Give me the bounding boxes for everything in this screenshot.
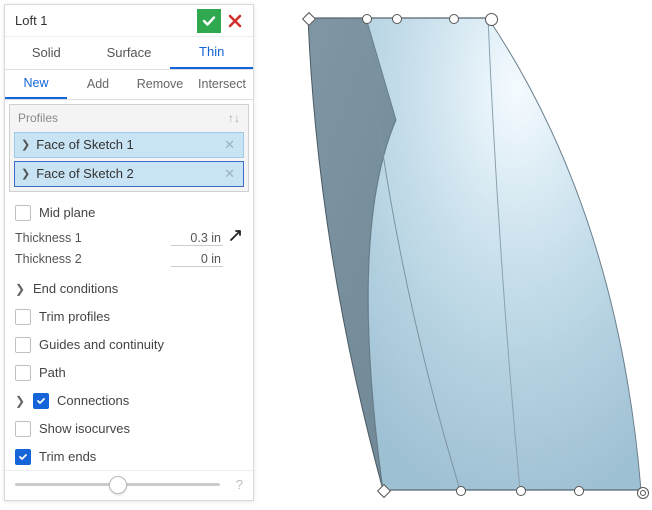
op-new[interactable]: New <box>5 70 67 99</box>
control-point[interactable] <box>449 14 459 24</box>
panel-title: Loft 1 <box>15 13 195 28</box>
operation-tabs: New Add Remove Intersect <box>5 70 253 100</box>
checkbox-icon[interactable] <box>15 365 31 381</box>
control-point[interactable] <box>516 486 526 496</box>
slider-thumb[interactable] <box>109 476 127 494</box>
tab-solid[interactable]: Solid <box>5 37 88 68</box>
chevron-right-icon: ❯ <box>15 394 27 408</box>
trim-profiles-option[interactable]: Trim profiles <box>15 304 243 330</box>
control-point[interactable] <box>392 14 402 24</box>
profiles-label: Profiles <box>18 111 58 125</box>
cancel-button[interactable] <box>223 9 247 33</box>
end-conditions-toggle[interactable]: ❯ End conditions <box>15 276 243 302</box>
profile-label: Face of Sketch 2 <box>36 166 220 181</box>
control-point[interactable] <box>456 486 466 496</box>
control-point[interactable] <box>574 486 584 496</box>
tab-surface[interactable]: Surface <box>88 37 171 68</box>
confirm-button[interactable] <box>197 9 221 33</box>
guides-option[interactable]: Guides and continuity <box>15 332 243 358</box>
loft-preview-model <box>288 12 652 502</box>
profiles-section: Profiles ↑↓ ❯ Face of Sketch 1 ✕ ❯ Face … <box>9 104 249 192</box>
checkbox-icon[interactable] <box>15 337 31 353</box>
checkbox-icon[interactable] <box>15 205 31 221</box>
control-point[interactable] <box>362 14 372 24</box>
help-icon[interactable]: ? <box>236 477 243 492</box>
reorder-icon[interactable]: ↑↓ <box>228 111 240 125</box>
control-point[interactable] <box>485 13 498 26</box>
thickness2-value[interactable]: 0 in <box>171 252 223 267</box>
checkbox-icon[interactable] <box>15 449 31 465</box>
trim-ends-option[interactable]: Trim ends <box>15 444 243 470</box>
chevron-right-icon: ❯ <box>21 167 30 180</box>
thickness1-value[interactable]: 0.3 in <box>171 231 223 246</box>
remove-profile-icon[interactable]: ✕ <box>220 166 239 182</box>
op-intersect[interactable]: Intersect <box>191 70 253 99</box>
connections-toggle[interactable]: ❯ Connections <box>15 388 243 414</box>
opacity-slider[interactable] <box>15 483 220 486</box>
checkbox-icon[interactable] <box>15 309 31 325</box>
checkbox-icon[interactable] <box>15 421 31 437</box>
thickness1-field[interactable]: Thickness 1 0.3 in <box>15 228 243 250</box>
chevron-right-icon: ❯ <box>15 282 27 296</box>
show-isocurves-option[interactable]: Show isocurves <box>15 416 243 442</box>
direction-arrow-icon[interactable] <box>229 228 243 245</box>
control-point-target[interactable] <box>637 487 649 499</box>
loft-panel: Loft 1 Solid Surface Thin New Add Remove… <box>4 4 254 501</box>
checkbox-icon[interactable] <box>33 393 49 409</box>
op-remove[interactable]: Remove <box>129 70 191 99</box>
path-option[interactable]: Path <box>15 360 243 386</box>
model-viewport[interactable] <box>258 0 652 510</box>
thickness2-field[interactable]: Thickness 2 0 in <box>15 252 243 274</box>
profile-label: Face of Sketch 1 <box>36 137 220 152</box>
chevron-right-icon: ❯ <box>21 138 30 151</box>
tab-thin[interactable]: Thin <box>170 37 253 68</box>
mid-plane-option[interactable]: Mid plane <box>15 200 243 226</box>
remove-profile-icon[interactable]: ✕ <box>220 137 239 153</box>
profile-row[interactable]: ❯ Face of Sketch 1 ✕ <box>14 132 244 158</box>
profile-row[interactable]: ❯ Face of Sketch 2 ✕ <box>14 161 244 187</box>
type-tabs: Solid Surface Thin <box>5 37 253 69</box>
op-add[interactable]: Add <box>67 70 129 99</box>
panel-footer: ? <box>5 470 253 500</box>
panel-header: Loft 1 <box>5 5 253 37</box>
